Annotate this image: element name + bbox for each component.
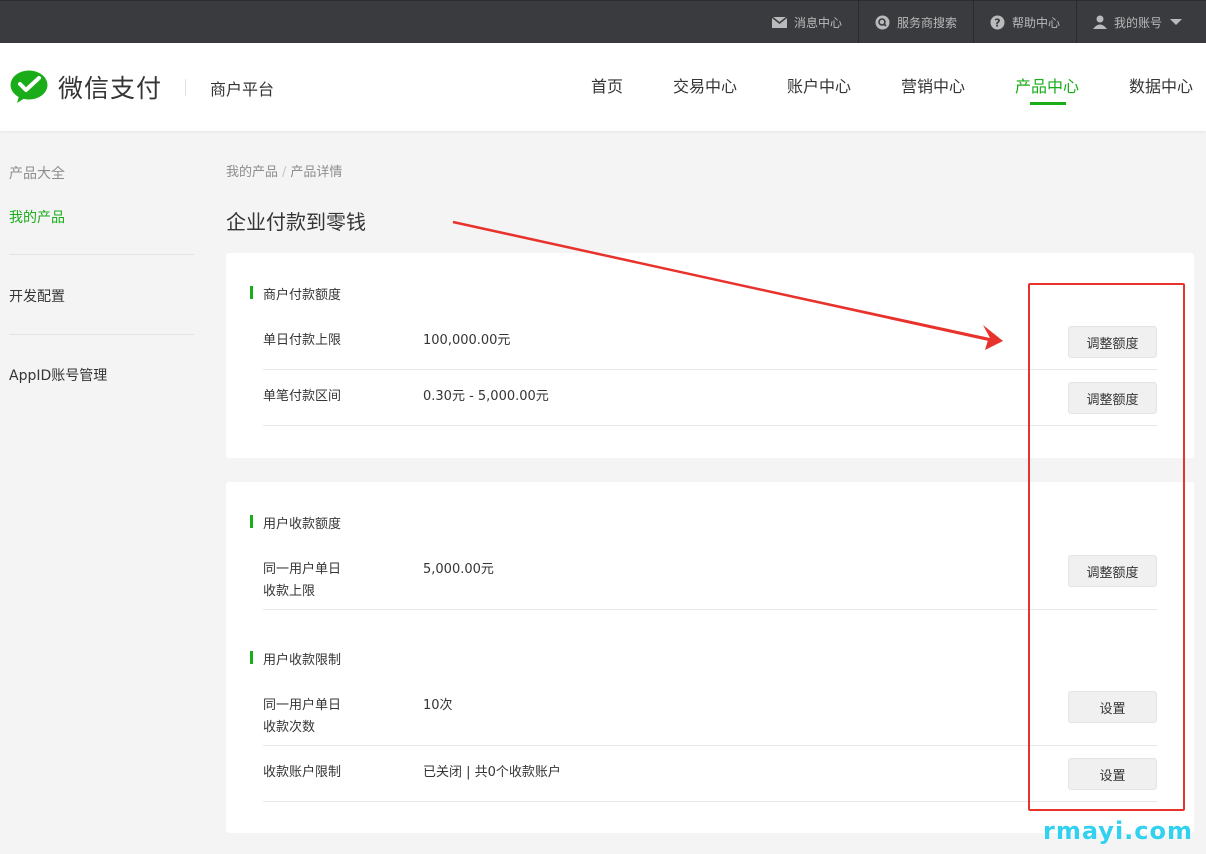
row-label: 同一用户单日 收款上限: [263, 559, 341, 603]
search-circle-icon: [875, 15, 890, 29]
sidebar-item-appid-management[interactable]: AppID账号管理: [9, 365, 107, 385]
platform-name: 商户平台: [210, 80, 275, 99]
adjust-limit-button[interactable]: 调整额度: [1068, 382, 1157, 414]
row-value: 0.30元 - 5,000.00元: [423, 389, 549, 404]
nav-home[interactable]: 首页: [591, 73, 623, 97]
wechat-pay-logo[interactable]: 微信支付: [10, 69, 162, 105]
row-label: 收款账户限制: [263, 765, 342, 780]
sidebar-item-dev-config[interactable]: 开发配置: [9, 286, 65, 306]
page-title: 企业付款到零钱: [226, 210, 366, 234]
nav-transactions[interactable]: 交易中心: [673, 73, 737, 97]
breadcrumb: 我的产品 / 产品详情: [226, 161, 342, 180]
brand-name: 微信支付: [58, 74, 163, 103]
svg-text:?: ?: [994, 16, 1000, 29]
sidebar-item-my-products[interactable]: 我的产品: [9, 207, 65, 227]
list-item: 单日付款上限 100,000.00元 调整额度: [263, 314, 1157, 370]
section-title: 商户付款额度: [250, 284, 341, 303]
chevron-down-icon: [1170, 19, 1183, 25]
account-label: 我的账号: [1114, 15, 1163, 30]
row-label-line: 同一用户单日: [263, 698, 342, 713]
list-item: 同一用户单日 收款次数 10次 设置: [263, 679, 1157, 746]
nav-products[interactable]: 产品中心: [1015, 73, 1079, 97]
row-value: 5,000.00元: [423, 562, 494, 577]
row-label: 单日付款上限: [263, 333, 342, 348]
row-value: 已关闭 | 共0个收款账户: [423, 765, 561, 780]
settings-button[interactable]: 设置: [1068, 691, 1157, 723]
nav-marketing[interactable]: 营销中心: [901, 73, 965, 97]
header-divider: [185, 79, 186, 96]
sidebar-divider: [9, 334, 194, 335]
list-item: 单笔付款区间 0.30元 - 5,000.00元 调整额度: [263, 370, 1157, 426]
row-label-line: 同一用户单日: [263, 562, 342, 577]
list-item: 收款账户限制 已关闭 | 共0个收款账户 设置: [263, 746, 1157, 802]
active-nav-underline: [1030, 102, 1066, 105]
adjust-limit-button[interactable]: 调整额度: [1068, 326, 1157, 358]
row-label-line: 收款上限: [263, 584, 316, 599]
messages-label: 消息中心: [794, 15, 843, 30]
nav-data[interactable]: 数据中心: [1129, 73, 1193, 97]
list-item: 同一用户单日 收款上限 5,000.00元 调整额度: [263, 543, 1157, 610]
row-label: 同一用户单日 收款次数: [263, 695, 341, 739]
section-title: 用户收款额度: [250, 513, 341, 532]
section-title: 用户收款限制: [250, 649, 341, 668]
provider-search-link[interactable]: 服务商搜索: [858, 1, 973, 43]
watermark: rmayi.com: [1043, 817, 1194, 845]
row-value: 100,000.00元: [423, 333, 511, 348]
user-receipt-card: 用户收款额度 同一用户单日 收款上限 5,000.00元 调整额度 用户收款限制…: [226, 482, 1194, 833]
account-menu[interactable]: 我的账号: [1076, 1, 1196, 43]
user-icon: [1093, 15, 1107, 29]
help-label: 帮助中心: [1012, 15, 1061, 30]
sidebar-item-all-products[interactable]: 产品大全: [9, 163, 65, 183]
help-link[interactable]: ? 帮助中心: [973, 1, 1076, 43]
question-icon: ?: [990, 15, 1005, 29]
messages-link[interactable]: 消息中心: [756, 1, 858, 43]
top-bar: 消息中心 服务商搜索 ? 帮助中心 我的账号: [0, 0, 1206, 43]
breadcrumb-product-detail: 产品详情: [290, 165, 343, 180]
adjust-limit-button[interactable]: 调整额度: [1068, 555, 1157, 587]
row-label: 单笔付款区间: [263, 389, 342, 404]
row-value: 10次: [423, 698, 453, 713]
row-label-line: 收款次数: [263, 720, 316, 735]
breadcrumb-my-products[interactable]: 我的产品: [226, 165, 278, 180]
merchant-payment-limit-card: 商户付款额度 单日付款上限 100,000.00元 调整额度 单笔付款区间 0.…: [226, 253, 1194, 458]
main-header: 微信支付 商户平台 首页 交易中心 账户中心 营销中心 产品中心 数据中心: [0, 43, 1206, 131]
sidebar-divider: [9, 254, 194, 255]
nav-account[interactable]: 账户中心: [787, 73, 851, 97]
settings-button[interactable]: 设置: [1068, 758, 1157, 790]
provider-search-label: 服务商搜索: [897, 15, 958, 30]
envelope-icon: [772, 16, 787, 28]
breadcrumb-separator: /: [282, 165, 287, 180]
wechat-pay-logo-icon: [10, 70, 48, 103]
